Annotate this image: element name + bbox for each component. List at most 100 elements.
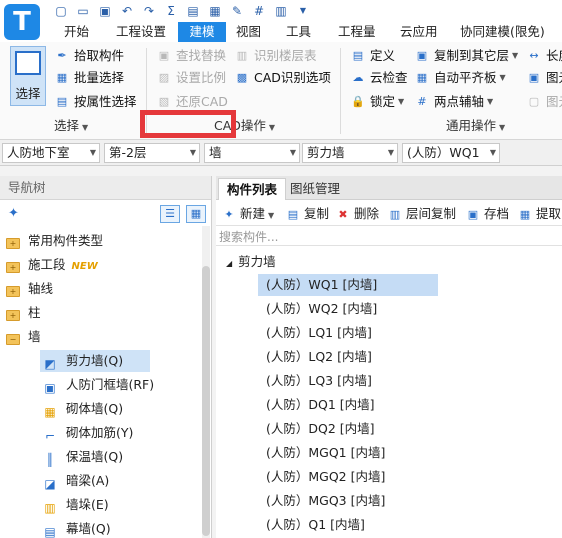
batch-select-button[interactable]: ▦ 批量选择 (54, 68, 124, 88)
add-star-icon[interactable]: ✦ (8, 206, 19, 221)
component-row[interactable]: (人防）LQ2 [内墙] (258, 346, 438, 368)
grid-icon[interactable]: # (250, 3, 268, 19)
lock-button[interactable]: 🔒 锁定 ▼ (350, 92, 404, 112)
restore-cad-button[interactable]: ▧ 还原CAD (156, 92, 228, 112)
tab-view[interactable]: 视图 (228, 22, 269, 42)
recognize-floor-table-label: 识别楼层表 (254, 48, 317, 63)
copy-component-button[interactable]: ▤ 复制 (286, 205, 329, 223)
component-row[interactable]: (人防）MGQ1 [内墙] (258, 442, 438, 464)
list-view-icon[interactable]: ☰ (160, 205, 180, 223)
component-row[interactable]: (人防）MGQ2 [内墙] (258, 466, 438, 488)
group-select-label[interactable]: 选择 ▼ (54, 118, 88, 134)
new-badge: NEW (71, 261, 98, 272)
save-icon[interactable]: ▣ (96, 3, 114, 19)
floor-select[interactable]: 第-2层 ▼ (104, 143, 200, 163)
dropdown-icon[interactable]: ▼ (294, 3, 312, 19)
new-file-icon[interactable]: ▢ (52, 3, 70, 19)
define-button[interactable]: ▤ 定义 (350, 46, 395, 66)
delete-component-button[interactable]: ✖ 删除 (336, 205, 379, 223)
copy-to-other-floor-button[interactable]: ▣ 复制到其它层 ▼ (414, 46, 518, 66)
chevron-down-icon: ▼ (82, 123, 89, 132)
pen-icon[interactable]: ✎ (228, 3, 246, 19)
redo-icon[interactable]: ↷ (140, 3, 158, 19)
lock-label: 锁定 (370, 94, 396, 109)
image-button-1[interactable]: ▣ 图元 (526, 68, 562, 88)
component-row[interactable]: (人防）DQ2 [内墙] (258, 418, 438, 440)
nav-item-masonry-wall[interactable]: ▦ 砌体墙(Q) (42, 398, 123, 420)
attribute-select-icon: ▤ (56, 95, 68, 108)
component-select[interactable]: (人防）WQ1 ▼ (402, 143, 500, 163)
component-row[interactable]: (人防）LQ1 [内墙] (258, 322, 438, 344)
component-row[interactable]: (人防）WQ1 [内墙] (258, 274, 438, 296)
nav-scrollbar-thumb[interactable] (202, 266, 210, 536)
curtain-wall-icon: ▤ (44, 525, 56, 538)
ribbon: 选择 ✒ 拾取构件 ▦ 批量选择 ▤ 按属性选择 选择 ▼ ▣ 查找替换 ▨ 设置比例 ▧ 还… (0, 42, 562, 140)
sum-icon[interactable]: Σ (162, 3, 180, 19)
length-button[interactable]: ↔ 长度 (526, 46, 562, 66)
nav-scrollbar[interactable] (202, 226, 210, 538)
component-panel: 构件列表 图纸管理 ✦ 新建 ▼ ▤ 复制 ✖ 删除 ▥ 层间复制 ▣ 存档 ▦ 提取 搜索构… (216, 176, 562, 538)
archive-label: 存档 (484, 206, 510, 221)
cloud-check-button[interactable]: ☁ 云检查 (350, 68, 408, 88)
nav-item-shear-wall[interactable]: ◩ 剪力墙(Q) (40, 350, 150, 372)
select-by-attribute-button[interactable]: ▤ 按属性选择 (54, 92, 137, 112)
copy-between-floors-button[interactable]: ▥ 层间复制 (388, 205, 456, 223)
grid-view-icon[interactable]: ▦ (186, 205, 206, 223)
tab-drawing-management[interactable]: 图纸管理 (282, 178, 348, 200)
set-scale-button[interactable]: ▨ 设置比例 (156, 68, 226, 88)
image-button-2[interactable]: ▢ 图元 (526, 92, 562, 112)
nav-item-column[interactable]: + 柱 (6, 302, 41, 324)
tab-project-settings[interactable]: 工程设置 (108, 22, 174, 42)
nav-item-curtain-wall[interactable]: ▤ 幕墙(Q) (42, 518, 110, 538)
nav-item-masonry-rebar[interactable]: ⌐ 砌体加筋(Y) (42, 422, 133, 444)
nav-item-construction-section[interactable]: + 施工段 NEW (6, 254, 98, 276)
undo-icon[interactable]: ↶ (118, 3, 136, 19)
select-button[interactable]: 选择 (10, 46, 46, 106)
tree-root-label: 剪力墙 (238, 254, 276, 269)
floor-value: 第-2层 (109, 145, 147, 160)
component-row[interactable]: (人防）LQ3 [内墙] (258, 370, 438, 392)
nav-item-insulation-wall[interactable]: ║ 保温墙(Q) (42, 446, 123, 468)
nav-item-wall-pier[interactable]: ▥ 墙垛(E) (42, 494, 108, 516)
component-row[interactable]: (人防）Q1 [内墙] (258, 514, 438, 536)
recognize-floor-table-button[interactable]: ▥ 识别楼层表 (234, 46, 317, 66)
report-icon[interactable]: ▤ (184, 3, 202, 19)
calculator-icon[interactable]: ▦ (206, 3, 224, 19)
tab-quantity[interactable]: 工程量 (330, 22, 384, 42)
snap-icon[interactable]: ▥ (272, 3, 290, 19)
nav-item-axis[interactable]: + 轴线 (6, 278, 53, 300)
tab-collaborative-modeling[interactable]: 协同建模(限免) (452, 22, 553, 42)
component-row[interactable]: (人防）MGQ3 [内墙] (258, 490, 438, 512)
insulation-wall-icon: ║ (46, 453, 54, 467)
group-common-label[interactable]: 通用操作 ▼ (446, 118, 505, 134)
masonry-rebar-icon: ⌐ (44, 429, 56, 443)
component-row[interactable]: (人防）DQ1 [内墙] (258, 394, 438, 416)
tab-tools[interactable]: 工具 (278, 22, 319, 42)
nav-item-hidden-beam[interactable]: ◪ 暗梁(A) (42, 470, 109, 492)
nav-item-wall[interactable]: − 墙 (6, 326, 41, 348)
nav-toolbar: ✦ ☰ ▦ (0, 204, 212, 226)
nav-item-door-frame-wall[interactable]: ▣ 人防门框墙(RF) (42, 374, 154, 396)
extract-button[interactable]: ▦ 提取 (518, 205, 561, 223)
pick-component-button[interactable]: ✒ 拾取构件 (54, 46, 124, 66)
tab-modeling[interactable]: 建模 (178, 22, 226, 42)
building-type-select[interactable]: 人防地下室 ▼ (2, 143, 100, 163)
auto-flat-slab-button[interactable]: ▦ 自动平齐板 ▼ (414, 68, 506, 88)
component-type-select[interactable]: 剪力墙 ▼ (302, 143, 398, 163)
open-folder-icon[interactable]: ▭ (74, 3, 92, 19)
archive-button[interactable]: ▣ 存档 (466, 205, 509, 223)
two-point-aux-button[interactable]: # 两点辅轴 ▼ (414, 92, 493, 112)
nav-item-common-types[interactable]: + 常用构件类型 (6, 230, 103, 252)
component-row[interactable]: (人防）WQ2 [内墙] (258, 298, 438, 320)
find-replace-button[interactable]: ▣ 查找替换 (156, 46, 226, 66)
tab-start[interactable]: 开始 (56, 22, 97, 42)
cad-recognize-options-button[interactable]: ▩ CAD识别选项 (234, 68, 331, 88)
component-search-input[interactable]: 搜索构件... (216, 228, 562, 246)
tree-root-shear-wall[interactable]: ◢ 剪力墙 (226, 252, 276, 272)
tab-cloud-apps[interactable]: 云应用 (392, 22, 446, 42)
component-category-select[interactable]: 墙 ▼ (204, 143, 300, 163)
new-component-button[interactable]: ✦ 新建 ▼ (222, 205, 274, 223)
restore-cad-icon: ▧ (158, 95, 170, 108)
tab-component-list[interactable]: 构件列表 (218, 178, 287, 200)
group-select-text: 选择 (54, 118, 80, 133)
